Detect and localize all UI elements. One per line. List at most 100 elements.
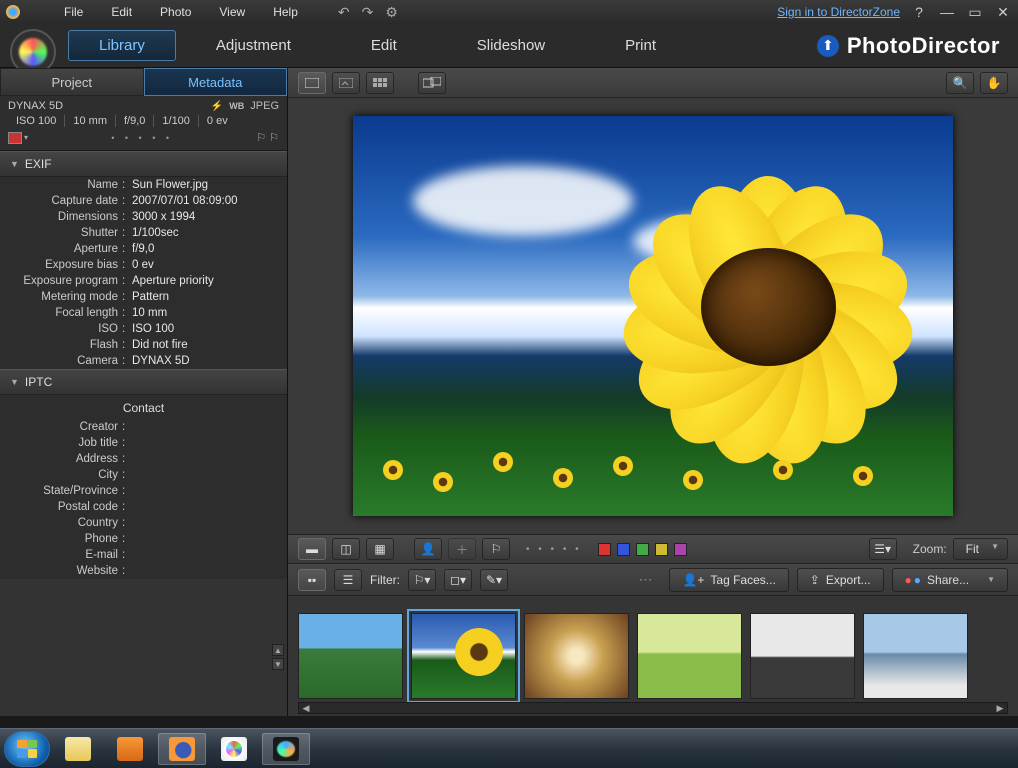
tag-faces-button[interactable]: 👤+Tag Faces...	[669, 568, 788, 592]
color-green[interactable]	[636, 543, 649, 556]
menu-edit[interactable]: Edit	[97, 5, 146, 19]
layout-single-icon[interactable]: ▬	[298, 538, 326, 560]
thumbnail[interactable]	[298, 613, 403, 699]
iptc-row[interactable]: Website:	[0, 563, 287, 579]
module-edit[interactable]: Edit	[331, 29, 437, 62]
exif-key: Metering mode	[4, 291, 122, 303]
minimize-button[interactable]: —	[938, 4, 956, 20]
left-scroll-arrows[interactable]: ▲▼	[272, 644, 284, 670]
iptc-value[interactable]	[128, 485, 283, 497]
settings-icon[interactable]: ⚙	[379, 4, 404, 21]
flag-pick-icon[interactable]: ⚐	[482, 538, 510, 560]
collapse-icon: ▼	[10, 159, 19, 169]
section-iptc-header[interactable]: ▼IPTC	[0, 369, 287, 395]
iptc-row[interactable]: E-mail:	[0, 547, 287, 563]
menu-view[interactable]: View	[205, 5, 259, 19]
iptc-row[interactable]: Country:	[0, 515, 287, 531]
maximize-button[interactable]: ▭	[966, 4, 984, 21]
menu-help[interactable]: Help	[259, 5, 312, 19]
exif-key: Dimensions	[4, 211, 122, 223]
signin-link[interactable]: Sign in to DirectorZone	[777, 5, 900, 19]
section-exif-header[interactable]: ▼EXIF	[0, 151, 287, 177]
exif-row: Capture date:2007/07/01 08:09:00	[0, 193, 287, 209]
exif-key: Name	[4, 179, 122, 191]
menu-photo[interactable]: Photo	[146, 5, 205, 19]
thumbnail[interactable]	[637, 613, 742, 699]
photo-preview[interactable]	[288, 98, 1018, 534]
face-tag-icon[interactable]: 👤	[414, 538, 442, 560]
view-single-icon[interactable]	[298, 72, 326, 94]
taskbar-firefox-icon[interactable]	[158, 733, 206, 765]
rating-dots[interactable]: • • • • •	[28, 133, 256, 143]
start-button[interactable]	[4, 731, 50, 767]
exif-row: Aperture:f/9,0	[0, 241, 287, 257]
iptc-row[interactable]: City:	[0, 467, 287, 483]
iptc-value[interactable]	[128, 421, 283, 433]
share-button[interactable]: ●●Share...▼	[892, 568, 1008, 592]
exif-row: ISO:ISO 100	[0, 321, 287, 337]
iptc-value[interactable]	[128, 437, 283, 449]
iptc-row[interactable]: Creator:	[0, 419, 287, 435]
iptc-row[interactable]: Phone:	[0, 531, 287, 547]
filter-label-icon[interactable]: ◻▾	[444, 569, 472, 591]
layout-grid-icon[interactable]: ▦	[366, 538, 394, 560]
filter-edit-icon[interactable]: ✎▾	[480, 569, 508, 591]
exif-row: Name:Sun Flower.jpg	[0, 177, 287, 193]
color-label-picker[interactable]	[8, 132, 22, 144]
iptc-value[interactable]	[128, 469, 283, 481]
view-grid-icon[interactable]	[366, 72, 394, 94]
taskbar-mediaplayer-icon[interactable]	[106, 733, 154, 765]
filter-flag-icon[interactable]: ⚐▾	[408, 569, 436, 591]
view-fit-icon[interactable]	[332, 72, 360, 94]
iptc-row[interactable]: Job title:	[0, 435, 287, 451]
close-button[interactable]: ✕	[994, 4, 1012, 21]
taskbar-photodirector-icon[interactable]	[262, 733, 310, 765]
menu-file[interactable]: File	[50, 5, 97, 19]
color-blue[interactable]	[617, 543, 630, 556]
thumbnail[interactable]	[863, 613, 968, 699]
thumb-size-small-icon[interactable]: ▪▪	[298, 569, 326, 591]
iptc-row[interactable]: State/Province:	[0, 483, 287, 499]
iptc-row[interactable]: Postal code:	[0, 499, 287, 515]
tab-metadata[interactable]: Metadata	[144, 68, 288, 96]
thumb-size-list-icon[interactable]: ☰	[334, 569, 362, 591]
export-button[interactable]: ⇪Export...	[797, 568, 884, 592]
module-print[interactable]: Print	[585, 29, 696, 62]
module-adjustment[interactable]: Adjustment	[176, 29, 331, 62]
zoom-select[interactable]: Fit	[953, 538, 1008, 560]
rating-dots-mid[interactable]: • • • • •	[516, 544, 592, 555]
add-tag-icon[interactable]: ＋	[448, 538, 476, 560]
pan-tool-icon[interactable]: ✋	[980, 72, 1008, 94]
help-icon[interactable]: ?	[910, 4, 928, 20]
undo-icon[interactable]: ↶	[332, 4, 356, 21]
iptc-row[interactable]: Address:	[0, 451, 287, 467]
iptc-value[interactable]	[128, 565, 283, 577]
secondary-display-icon[interactable]	[418, 72, 446, 94]
zoom-tool-icon[interactable]: 🔍	[946, 72, 974, 94]
color-purple[interactable]	[674, 543, 687, 556]
iptc-value[interactable]	[128, 501, 283, 513]
exif-value: f/9,0	[128, 243, 283, 255]
iptc-value[interactable]	[128, 549, 283, 561]
iptc-value[interactable]	[128, 517, 283, 529]
flag-buttons[interactable]: ⚐ ⚐	[256, 131, 279, 144]
thumbnail[interactable]	[524, 613, 629, 699]
taskbar-explorer-icon[interactable]	[54, 733, 102, 765]
exif-key: ISO	[4, 323, 122, 335]
tab-project[interactable]: Project	[0, 68, 144, 96]
sort-icon[interactable]: ☰▾	[869, 538, 897, 560]
filmstrip-scrollbar[interactable]: ◀▶	[298, 702, 1008, 714]
more-icon[interactable]: ⋯	[632, 571, 661, 588]
thumbnail-selected[interactable]: • • • • •	[411, 613, 516, 699]
taskbar-paint-icon[interactable]	[210, 733, 258, 765]
thumbnail[interactable]	[750, 613, 855, 699]
iptc-value[interactable]	[128, 533, 283, 545]
color-red[interactable]	[598, 543, 611, 556]
module-library[interactable]: Library	[68, 30, 176, 61]
redo-icon[interactable]: ↷	[356, 4, 380, 21]
color-yellow[interactable]	[655, 543, 668, 556]
upload-icon[interactable]: ⬆	[817, 35, 839, 57]
module-slideshow[interactable]: Slideshow	[437, 29, 585, 62]
layout-split-icon[interactable]: ◫	[332, 538, 360, 560]
iptc-value[interactable]	[128, 453, 283, 465]
